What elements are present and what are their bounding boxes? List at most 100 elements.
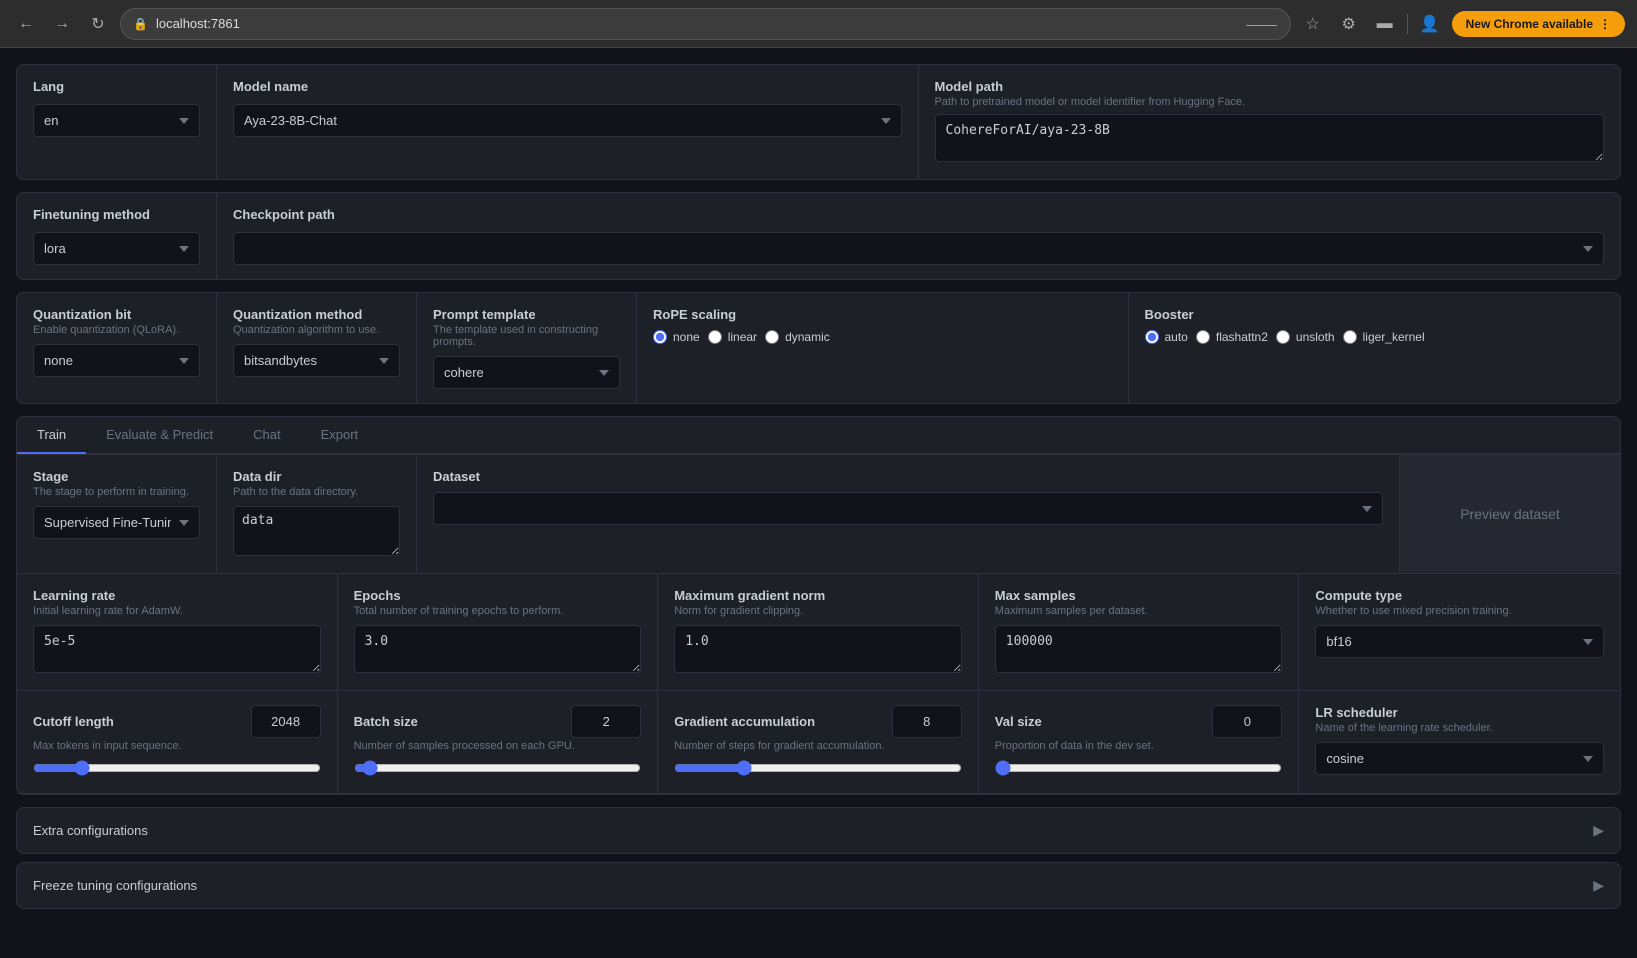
max-grad-norm-label: Maximum gradient norm xyxy=(674,588,962,603)
back-button[interactable]: ← xyxy=(12,10,40,38)
rope-dynamic-option[interactable]: dynamic xyxy=(765,330,830,344)
booster-label: Booster xyxy=(1145,307,1605,322)
epochs-input[interactable]: 3.0 xyxy=(354,625,642,673)
url-text: localhost:7861 xyxy=(156,16,240,31)
gradient-accumulation-segment: Gradient accumulation Number of steps fo… xyxy=(658,691,979,793)
model-name-segment: Model name Aya-23-8B-Chat LLaMA-3 Mistra… xyxy=(217,65,919,179)
rope-none-label: none xyxy=(673,330,700,344)
booster-liger-radio[interactable] xyxy=(1343,330,1357,344)
preview-dataset-segment[interactable]: Preview dataset xyxy=(1400,455,1620,573)
booster-flashattn2-option[interactable]: flashattn2 xyxy=(1196,330,1268,344)
rope-dynamic-radio[interactable] xyxy=(765,330,779,344)
model-path-segment: Model path Path to pretrained model or m… xyxy=(919,65,1621,179)
extensions-puzzle-icon[interactable]: ▬ xyxy=(1371,10,1399,38)
compute-type-select[interactable]: bf16 fp16 fp32 pure_bf16 xyxy=(1315,625,1604,658)
val-size-slider[interactable] xyxy=(995,760,1283,776)
gradient-accumulation-slider[interactable] xyxy=(674,760,962,776)
val-size-label: Val size xyxy=(995,714,1042,729)
batch-size-value-input[interactable] xyxy=(571,705,641,738)
stage-desc: The stage to perform in training. xyxy=(33,486,200,498)
data-dir-input[interactable]: data xyxy=(233,506,400,556)
profile-icon[interactable]: 👤 xyxy=(1416,10,1444,38)
lr-scheduler-label: LR scheduler xyxy=(1315,705,1604,720)
quant-method-desc: Quantization algorithm to use. xyxy=(233,324,400,336)
row3-grid: Quantization bit Enable quantization (QL… xyxy=(17,293,1620,403)
epochs-segment: Epochs Total number of training epochs t… xyxy=(338,574,659,690)
dataset-select[interactable] xyxy=(433,492,1383,525)
gradient-accumulation-value-input[interactable] xyxy=(892,705,962,738)
tab-train[interactable]: Train xyxy=(17,417,86,454)
rope-linear-label: linear xyxy=(728,330,757,344)
val-size-segment: Val size Proportion of data in the dev s… xyxy=(979,691,1300,793)
rope-none-option[interactable]: none xyxy=(653,330,700,344)
batch-size-desc: Number of samples processed on each GPU. xyxy=(354,740,642,752)
bookmark-button[interactable]: ☆ xyxy=(1299,10,1327,38)
prompt-template-select[interactable]: cohere llama3 mistral default xyxy=(433,356,620,389)
address-bar[interactable]: 🔒 localhost:7861 ⸻ xyxy=(120,8,1291,40)
lang-select[interactable]: en zh fr xyxy=(33,104,200,137)
booster-unsloth-radio[interactable] xyxy=(1276,330,1290,344)
row3-card: Quantization bit Enable quantization (QL… xyxy=(16,292,1621,404)
finetuning-select[interactable]: lora full freeze xyxy=(33,232,200,265)
model-path-desc: Path to pretrained model or model identi… xyxy=(935,96,1605,108)
max-samples-desc: Maximum samples per dataset. xyxy=(995,605,1283,617)
tab-evaluate[interactable]: Evaluate & Predict xyxy=(86,417,233,454)
booster-auto-radio[interactable] xyxy=(1145,330,1159,344)
learning-rate-input[interactable]: 5e-5 xyxy=(33,625,321,673)
max-grad-norm-input[interactable]: 1.0 xyxy=(674,625,962,673)
model-name-select[interactable]: Aya-23-8B-Chat LLaMA-3 Mistral-7B xyxy=(233,104,902,137)
max-samples-input[interactable]: 100000 xyxy=(995,625,1283,673)
compute-type-segment: Compute type Whether to use mixed precis… xyxy=(1299,574,1620,690)
extra-configurations-chevron-icon: ▶ xyxy=(1593,822,1604,839)
data-dir-desc: Path to the data directory. xyxy=(233,486,400,498)
gradient-accumulation-desc: Number of steps for gradient accumulatio… xyxy=(674,740,962,752)
max-grad-norm-desc: Norm for gradient clipping. xyxy=(674,605,962,617)
quant-method-select[interactable]: bitsandbytes gptq awq xyxy=(233,344,400,377)
val-size-desc: Proportion of data in the dev set. xyxy=(995,740,1283,752)
lr-scheduler-segment: LR scheduler Name of the learning rate s… xyxy=(1299,691,1620,793)
rope-linear-radio[interactable] xyxy=(708,330,722,344)
finetuning-label: Finetuning method xyxy=(33,207,200,222)
prompt-template-segment: Prompt template The template used in con… xyxy=(417,293,637,403)
booster-liger-option[interactable]: liger_kernel xyxy=(1343,330,1425,344)
quant-method-label: Quantization method xyxy=(233,307,400,322)
val-size-value-input[interactable] xyxy=(1212,705,1282,738)
refresh-button[interactable]: ↻ xyxy=(84,10,112,38)
extra-configurations-label: Extra configurations xyxy=(33,823,148,838)
booster-unsloth-option[interactable]: unsloth xyxy=(1276,330,1335,344)
booster-flashattn2-label: flashattn2 xyxy=(1216,330,1268,344)
max-samples-label: Max samples xyxy=(995,588,1283,603)
train-row1: Stage The stage to perform in training. … xyxy=(17,455,1620,574)
lr-scheduler-select[interactable]: cosine linear constant polynomial xyxy=(1315,742,1604,775)
val-size-header: Val size xyxy=(995,705,1283,738)
cutoff-length-slider[interactable] xyxy=(33,760,321,776)
stage-select[interactable]: Supervised Fine-Tuning Pre-Training RLHF… xyxy=(33,506,200,539)
train-row2: Learning rate Initial learning rate for … xyxy=(17,574,1620,691)
dataset-segment: Dataset xyxy=(417,455,1400,573)
tab-export[interactable]: Export xyxy=(301,417,379,454)
extension-icon[interactable]: ⚙ xyxy=(1335,10,1363,38)
rope-linear-option[interactable]: linear xyxy=(708,330,757,344)
train-row3: Cutoff length Max tokens in input sequen… xyxy=(17,691,1620,794)
lang-segment: Lang en zh fr xyxy=(17,65,217,179)
preview-dataset-button[interactable]: Preview dataset xyxy=(1460,506,1560,522)
model-path-input[interactable]: CohereForAI/aya-23-8B xyxy=(935,114,1605,162)
booster-segment: Booster auto flashattn2 unsloth xyxy=(1129,293,1621,403)
forward-button[interactable]: → xyxy=(48,10,76,38)
freeze-tuning-configurations-row[interactable]: Freeze tuning configurations ▶ xyxy=(16,862,1621,909)
booster-flashattn2-radio[interactable] xyxy=(1196,330,1210,344)
cutoff-length-value-input[interactable] xyxy=(251,705,321,738)
tab-chat[interactable]: Chat xyxy=(233,417,300,454)
extra-configurations-row[interactable]: Extra configurations ▶ xyxy=(16,807,1621,854)
booster-auto-option[interactable]: auto xyxy=(1145,330,1188,344)
model-name-label: Model name xyxy=(233,79,902,94)
checkpoint-select[interactable] xyxy=(233,232,1604,265)
tabs-wrapper: Train Evaluate & Predict Chat Export xyxy=(17,417,1620,455)
batch-size-slider[interactable] xyxy=(354,760,642,776)
quant-bit-select[interactable]: none 4 8 xyxy=(33,344,200,377)
finetuning-segment: Finetuning method lora full freeze xyxy=(17,193,217,279)
rope-scaling-segment: RoPE scaling none linear dynamic xyxy=(637,293,1129,403)
divider xyxy=(1407,14,1408,34)
rope-none-radio[interactable] xyxy=(653,330,667,344)
new-chrome-button[interactable]: New Chrome available ⋮ xyxy=(1452,11,1625,37)
